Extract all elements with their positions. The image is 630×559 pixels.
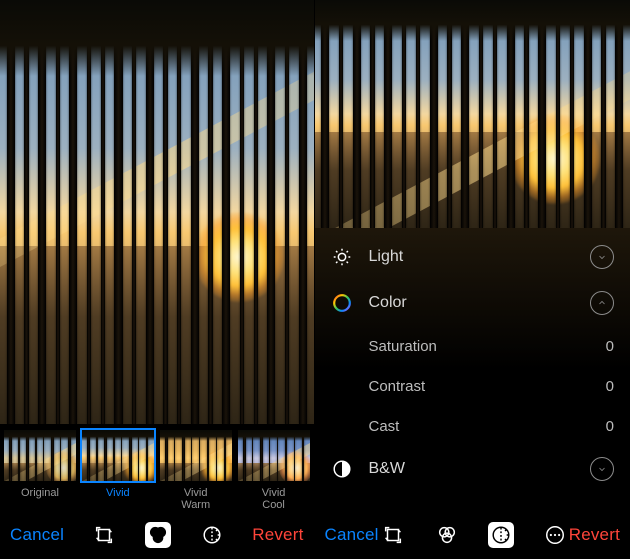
bw-icon (329, 458, 355, 480)
cancel-button[interactable]: Cancel (325, 525, 379, 545)
filter-label: Original (21, 487, 59, 511)
param-contrast[interactable]: Contrast0 (329, 366, 615, 406)
adjust-label: B&W (369, 460, 591, 478)
color-icon (329, 292, 355, 314)
filter-label: Vivid (106, 487, 130, 511)
chevron-down-icon[interactable] (590, 245, 614, 269)
filter-thumb (158, 428, 234, 483)
param-label: Contrast (369, 378, 606, 395)
filter-strip: Original Vivid VividWarm VividCool (0, 424, 314, 511)
bottom-toolbar: Cancel Revert (315, 511, 630, 559)
photo-preview (0, 0, 314, 424)
revert-button[interactable]: Revert (252, 525, 303, 545)
chevron-down-icon[interactable] (590, 457, 614, 481)
filter-vividcool[interactable]: VividCool (236, 428, 312, 511)
cancel-button[interactable]: Cancel (10, 525, 64, 545)
crop-tool[interactable] (380, 522, 406, 548)
param-value: 0 (606, 338, 614, 355)
filter-label: VividCool (262, 487, 286, 511)
filters-tool[interactable] (434, 522, 460, 548)
adjust-row-color[interactable]: Color (329, 280, 615, 326)
chevron-up-icon[interactable] (590, 291, 614, 315)
filter-thumb (80, 428, 156, 483)
adjust-row-light[interactable]: Light (329, 234, 615, 280)
filter-label: VividWarm (181, 487, 210, 511)
adjust-row-bw[interactable]: B&W (329, 446, 615, 492)
adjust-label: Color (369, 294, 591, 312)
param-cast[interactable]: Cast0 (329, 406, 615, 446)
param-label: Saturation (369, 338, 606, 355)
more-tool[interactable] (542, 522, 568, 548)
param-value: 0 (606, 378, 614, 395)
revert-button[interactable]: Revert (569, 525, 620, 545)
light-icon (329, 246, 355, 268)
param-saturation[interactable]: Saturation0 (329, 326, 615, 366)
photo-preview (315, 0, 630, 228)
filter-vivid[interactable]: Vivid (80, 428, 156, 511)
adjust-screen: Light Color Saturation0Contrast0Cast0 B&… (315, 0, 630, 559)
crop-tool[interactable] (91, 522, 117, 548)
filter-vividwarm[interactable]: VividWarm (158, 428, 234, 511)
filter-thumb (236, 428, 312, 483)
filters-screen: Original Vivid VividWarm VividCool Cancel R… (0, 0, 315, 559)
filters-tool[interactable] (145, 522, 171, 548)
filter-original[interactable]: Original (2, 428, 78, 511)
bottom-toolbar: Cancel Revert (0, 511, 314, 559)
filter-thumb (2, 428, 78, 483)
param-value: 0 (606, 418, 614, 435)
adjust-tool[interactable] (199, 522, 225, 548)
adjust-tool[interactable] (488, 522, 514, 548)
param-label: Cast (369, 418, 606, 435)
adjust-label: Light (369, 248, 591, 266)
adjust-panel: Light Color Saturation0Contrast0Cast0 B&… (315, 228, 630, 511)
